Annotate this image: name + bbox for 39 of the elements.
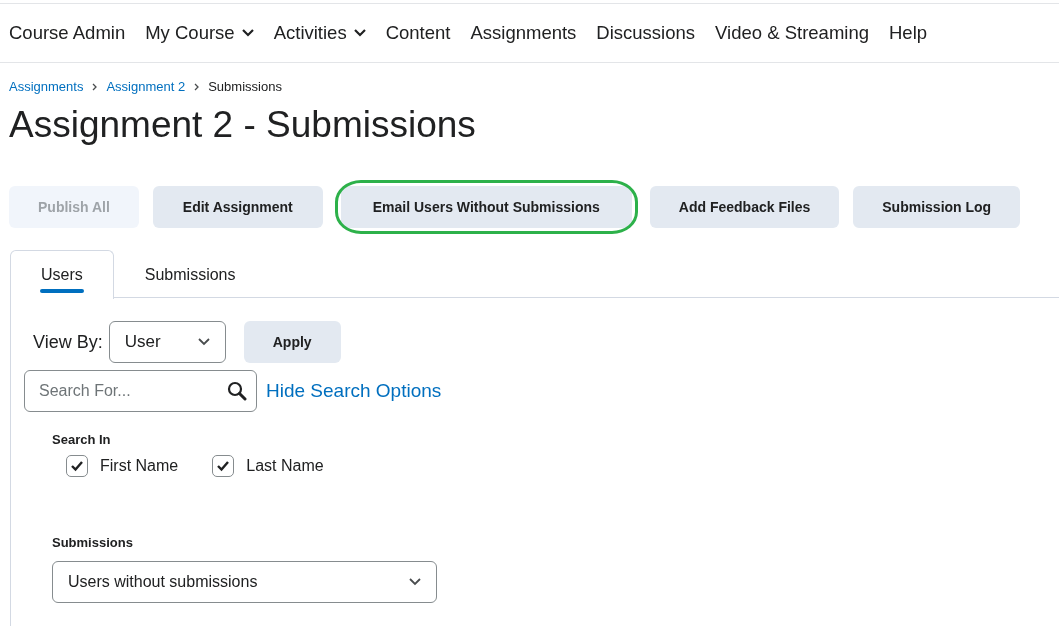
breadcrumb-link[interactable]: Assignment 2 [106, 79, 186, 94]
nav-menu-item[interactable]: Course Admin [9, 22, 126, 44]
checkmark-icon [70, 460, 84, 472]
action-button[interactable]: Email Users Without Submissions [340, 186, 632, 228]
search-icon [227, 381, 247, 401]
breadcrumb-current: Submissions [208, 79, 282, 94]
action-button[interactable]: Submission Log [853, 186, 1021, 228]
submissions-label: Submissions [52, 535, 134, 550]
nav-menu-item[interactable]: Activities [273, 22, 366, 44]
checkbox-label: First Name [100, 457, 179, 475]
view-by-dropdown[interactable]: User [108, 321, 226, 363]
view-by-label: View By: [33, 331, 103, 353]
nav-menu-item[interactable]: Content [385, 22, 451, 44]
chevron-down-icon [197, 338, 210, 346]
hide-search-options-link[interactable]: Hide Search Options [266, 380, 442, 402]
tab[interactable]: Users [10, 250, 114, 299]
search-field[interactable]: Search For... [24, 370, 257, 412]
nav-menu-item[interactable]: My Course [145, 22, 254, 44]
nav-menu-item[interactable]: Video & Streaming [715, 22, 869, 44]
chevron-down-icon [409, 578, 421, 586]
action-button[interactable]: Edit Assignment [152, 186, 323, 228]
submissions-dropdown[interactable]: Users without submissions [52, 561, 437, 603]
action-button[interactable]: Add Feedback Files [649, 186, 840, 228]
page-title: Assignment 2 - Submissions [9, 104, 477, 146]
chevron-down-icon [241, 29, 254, 37]
breadcrumb-separator-icon [92, 82, 98, 91]
breadcrumb-separator-icon [194, 82, 200, 91]
checkmark-icon [216, 460, 231, 472]
nav-menu-item[interactable]: Assignments [470, 22, 577, 44]
checkbox[interactable] [212, 455, 235, 477]
checkbox-label: Last Name [246, 457, 324, 475]
apply-button[interactable]: Apply [243, 321, 341, 363]
search-in-label: Search In [52, 432, 112, 447]
nav-menu-item[interactable]: Discussions [596, 22, 696, 44]
checkbox[interactable] [66, 455, 88, 477]
nav-menu-item[interactable]: Help [889, 22, 928, 44]
breadcrumb-link[interactable]: Assignments [9, 79, 84, 94]
tab[interactable]: Submissions [113, 250, 267, 298]
chevron-down-icon [353, 29, 366, 37]
